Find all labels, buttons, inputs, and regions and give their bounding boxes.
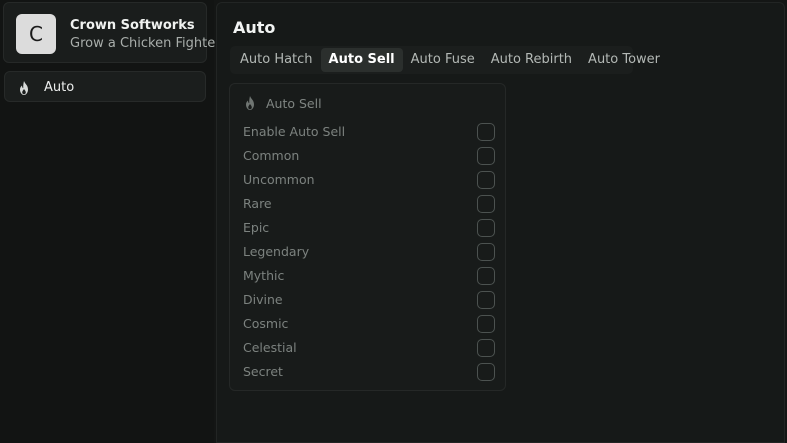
cosmic-checkbox[interactable] — [477, 315, 495, 333]
divine-checkbox[interactable] — [477, 291, 495, 309]
option-label: Secret — [243, 364, 283, 379]
celestial-checkbox[interactable] — [477, 339, 495, 357]
option-label: Rare — [243, 196, 272, 211]
epic-checkbox[interactable] — [477, 219, 495, 237]
uncommon-checkbox[interactable] — [477, 171, 495, 189]
app-window: C Crown Softworks Grow a Chicken Fighter… — [0, 0, 787, 443]
sidebar-item-label: Auto — [44, 80, 75, 95]
option-cosmic: Cosmic — [230, 312, 505, 336]
flame-icon — [20, 81, 28, 95]
sidebar: C Crown Softworks Grow a Chicken Fighter… — [0, 0, 221, 443]
rare-checkbox[interactable] — [477, 195, 495, 213]
option-label: Uncommon — [243, 172, 315, 187]
brand-card: C Crown Softworks Grow a Chicken Fighter — [3, 2, 221, 63]
sidebar-item-auto[interactable]: Auto — [4, 71, 206, 102]
option-label: Divine — [243, 292, 283, 307]
option-enable-auto-sell: Enable Auto Sell — [230, 120, 505, 144]
flame-icon — [246, 96, 254, 110]
brand-title: Crown Softworks — [70, 18, 195, 33]
brand-subtitle: Grow a Chicken Fighter — [70, 36, 221, 51]
option-label: Mythic — [243, 268, 285, 283]
mythic-checkbox[interactable] — [477, 267, 495, 285]
tab-auto-sell[interactable]: Auto Sell — [320, 48, 403, 72]
tab-bar: Auto Hatch Auto Sell Auto Fuse Auto Rebi… — [230, 46, 660, 74]
option-legendary: Legendary — [230, 240, 505, 264]
option-list: Enable Auto Sell Common Uncommon Rare Ep… — [230, 120, 505, 384]
option-label: Enable Auto Sell — [243, 124, 346, 139]
tab-auto-rebirth[interactable]: Auto Rebirth — [483, 48, 580, 72]
secret-checkbox[interactable] — [477, 363, 495, 381]
option-label: Legendary — [243, 244, 310, 259]
common-checkbox[interactable] — [477, 147, 495, 165]
option-secret: Secret — [230, 360, 505, 384]
option-rare: Rare — [230, 192, 505, 216]
option-celestial: Celestial — [230, 336, 505, 360]
page-title: Auto — [233, 18, 276, 37]
auto-sell-panel: Auto Sell Enable Auto Sell Common Uncomm… — [229, 83, 506, 391]
panel-header: Auto Sell — [242, 95, 322, 111]
option-label: Celestial — [243, 340, 297, 355]
option-epic: Epic — [230, 216, 505, 240]
tab-auto-hatch[interactable]: Auto Hatch — [232, 48, 321, 72]
option-label: Cosmic — [243, 316, 289, 331]
tab-auto-tower[interactable]: Auto Tower — [580, 48, 668, 72]
legendary-checkbox[interactable] — [477, 243, 495, 261]
option-mythic: Mythic — [230, 264, 505, 288]
option-uncommon: Uncommon — [230, 168, 505, 192]
panel-title: Auto Sell — [266, 95, 322, 111]
option-common: Common — [230, 144, 505, 168]
main-content: Auto Auto Hatch Auto Sell Auto Fuse Auto… — [216, 2, 785, 443]
enable-auto-sell-checkbox[interactable] — [477, 123, 495, 141]
option-label: Epic — [243, 220, 270, 235]
tab-auto-fuse[interactable]: Auto Fuse — [403, 48, 483, 72]
brand-avatar: C — [16, 14, 56, 54]
option-divine: Divine — [230, 288, 505, 312]
option-label: Common — [243, 148, 300, 163]
